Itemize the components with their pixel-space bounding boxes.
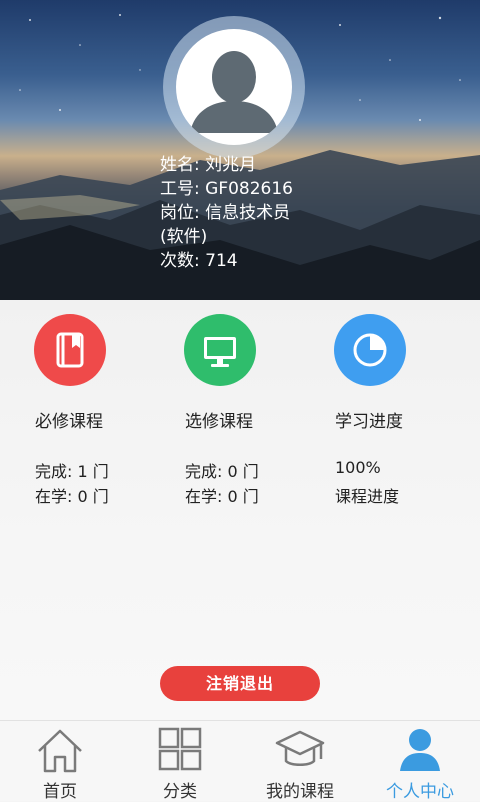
grid-icon [158,727,202,771]
required-completed: 完成: 1 门 [35,462,109,481]
progress-percent: 100% [335,458,381,477]
user-icon [400,729,440,771]
required-courses-title: 必修课程 [35,412,103,432]
count-value: 714 [205,251,238,271]
position-row: 岗位: 信息技术员 [160,201,293,225]
elective-courses-title: 选修课程 [185,412,253,432]
employee-id-value: GF082616 [205,179,293,199]
employee-id-label: 工号: [160,179,200,199]
book-icon [56,332,84,368]
home-icon [38,729,82,773]
name-row: 姓名: 刘兆月 [160,153,293,177]
user-silhouette-icon [190,51,278,133]
nav-category[interactable]: 分类 [120,721,240,802]
profile-header: 姓名: 刘兆月 工号: GF082616 岗位: 信息技术员 (软件) 次数: … [0,0,480,300]
learning-progress-title: 学习进度 [335,412,403,432]
monitor-icon-circle[interactable] [184,314,256,386]
elective-in-progress: 在学: 0 门 [185,487,259,506]
pie-chart-icon [353,333,387,367]
logout-button[interactable]: 注销退出 [160,666,320,701]
nav-profile[interactable]: 个人中心 [360,721,480,802]
employee-id-row: 工号: GF082616 [160,177,293,201]
stats-section: 必修课程 完成: 1 门 在学: 0 门 选修课程 完成: 0 门 在学: 0 … [0,300,480,720]
position-label: 岗位: [160,203,200,223]
graduation-cap-icon [275,730,325,766]
monitor-icon [204,337,236,367]
nav-category-label: 分类 [163,782,197,802]
position-extra: (软件) [160,227,208,247]
nav-home-label: 首页 [43,782,77,802]
name-value: 刘兆月 [205,155,257,175]
name-label: 姓名: [160,155,200,175]
count-row: 次数: 714 [160,249,293,273]
progress-label: 课程进度 [335,487,400,506]
nav-profile-label: 个人中心 [386,782,454,802]
bottom-nav: 首页 分类 我的课程 个人中心 [0,720,480,802]
position-value: 信息技术员 [205,203,291,223]
required-in-progress: 在学: 0 门 [35,487,109,506]
book-icon-circle[interactable] [34,314,106,386]
nav-my-courses[interactable]: 我的课程 [240,721,360,802]
avatar[interactable] [176,29,292,145]
profile-info: 姓名: 刘兆月 工号: GF082616 岗位: 信息技术员 (软件) 次数: … [160,153,293,273]
nav-my-courses-label: 我的课程 [266,782,334,802]
count-label: 次数: [160,251,200,271]
pie-chart-icon-circle[interactable] [334,314,406,386]
elective-completed: 完成: 0 门 [185,462,259,481]
nav-home[interactable]: 首页 [0,721,120,802]
